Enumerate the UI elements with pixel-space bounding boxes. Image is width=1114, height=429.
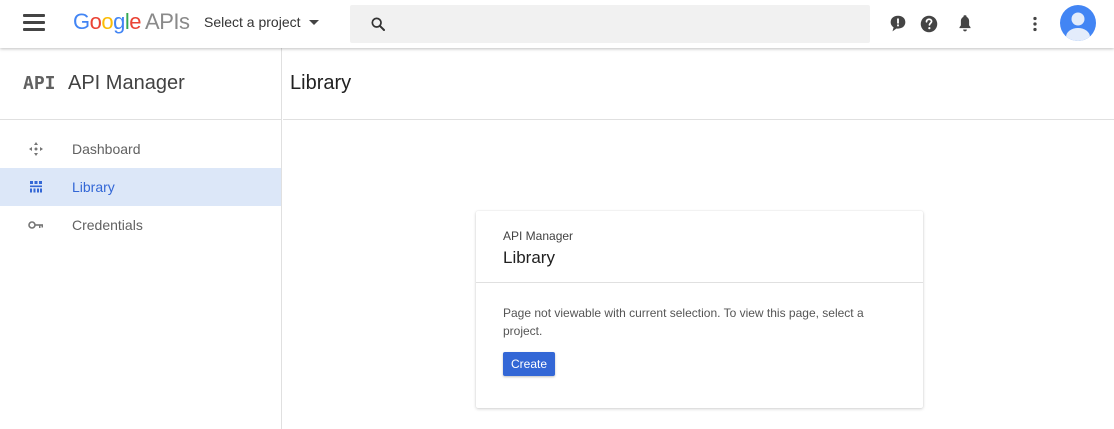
sidebar-title: API Manager bbox=[68, 72, 185, 94]
sidebar-item-label: Library bbox=[72, 179, 115, 195]
sidebar-item-label: Dashboard bbox=[72, 141, 141, 157]
logo-letter: e bbox=[129, 9, 142, 34]
search-icon bbox=[371, 17, 385, 31]
sidebar-item-library[interactable]: Library bbox=[0, 168, 281, 206]
sidebar-item-dashboard[interactable]: Dashboard bbox=[0, 130, 281, 168]
card-subtitle: API Manager bbox=[503, 229, 574, 243]
project-selector[interactable]: Select a project bbox=[204, 14, 319, 30]
more-vert-icon[interactable] bbox=[1024, 13, 1046, 35]
dashboard-icon bbox=[27, 140, 45, 158]
search-bar[interactable] bbox=[350, 5, 870, 43]
no-project-card: API Manager Library Page not viewable wi… bbox=[476, 211, 923, 408]
logo-letter: o bbox=[89, 9, 102, 34]
google-apis-logo[interactable]: Google APIs bbox=[73, 9, 190, 35]
logo-apis: APIs bbox=[145, 9, 190, 34]
sidebar-nav: Dashboard Library Credentials bbox=[0, 120, 281, 244]
card-header: API Manager Library bbox=[476, 211, 923, 283]
logo-letter: G bbox=[73, 9, 90, 34]
sidebar: API API Manager Dashboard Library Creden… bbox=[0, 48, 282, 429]
library-icon bbox=[27, 178, 45, 196]
api-logo-icon: API bbox=[23, 73, 56, 94]
account-avatar[interactable] bbox=[1060, 5, 1096, 41]
chevron-down-icon bbox=[308, 19, 319, 25]
search-input[interactable] bbox=[398, 5, 858, 43]
notifications-icon[interactable] bbox=[954, 13, 976, 35]
create-button[interactable]: Create bbox=[503, 352, 556, 376]
help-icon[interactable] bbox=[918, 13, 940, 35]
logo-letter: g bbox=[113, 9, 125, 34]
menu-icon[interactable] bbox=[23, 14, 45, 34]
key-icon bbox=[27, 216, 45, 234]
sidebar-item-label: Credentials bbox=[72, 217, 143, 233]
sidebar-item-credentials[interactable]: Credentials bbox=[0, 206, 281, 244]
page-title: Library bbox=[290, 72, 352, 94]
logo-letter: o bbox=[101, 9, 114, 34]
user-avatar-icon bbox=[1066, 12, 1090, 41]
card-message: Page not viewable with current selection… bbox=[503, 306, 864, 338]
top-app-bar: Google APIs Select a project bbox=[0, 0, 1114, 48]
project-select-label: Select a project bbox=[204, 14, 301, 30]
sidebar-header: API API Manager bbox=[0, 48, 281, 120]
card-body: Page not viewable with current selection… bbox=[476, 283, 923, 376]
page-header: Library bbox=[283, 48, 1114, 120]
logo-google: Google bbox=[73, 9, 142, 34]
feedback-icon[interactable] bbox=[887, 13, 909, 35]
card-title: Library bbox=[503, 248, 555, 267]
